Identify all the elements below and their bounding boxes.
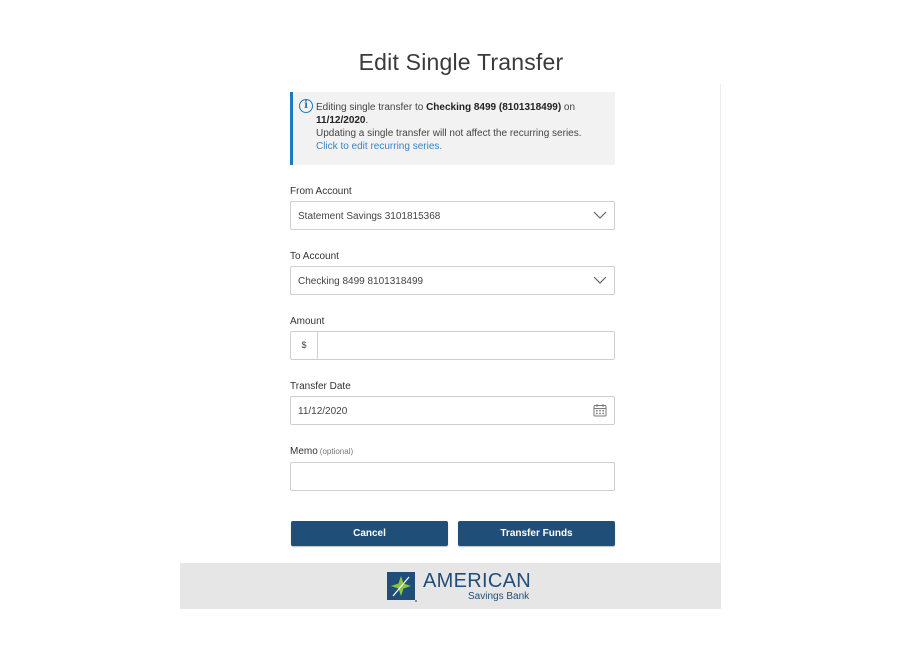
notice-text-on: on [561,102,576,113]
memo-label-text: Memo [290,446,318,457]
calendar-icon[interactable] [593,403,607,417]
info-icon: i [299,99,313,113]
to-account-value: Checking 8499 8101318499 [298,276,424,287]
from-account-label: From Account [290,186,352,197]
currency-prefix: $ [291,332,318,359]
transfer-funds-button[interactable]: Transfer Funds [458,521,615,546]
bank-logo-icon [387,572,417,602]
amount-field: $ [290,331,615,360]
memo-input[interactable] [291,463,614,490]
notice-line2: Updating a single transfer will not affe… [316,128,582,139]
memo-field [290,462,615,491]
page-title: Edit Single Transfer [358,49,564,75]
footer: AMERICAN Savings Bank [180,563,721,609]
cancel-button[interactable]: Cancel [291,521,448,546]
notice-period: . [365,115,369,126]
chevron-down-icon [593,276,607,284]
brand-name: AMERICAN [423,570,531,592]
transfer-date-field[interactable]: 11/12/2020 [290,396,615,425]
amount-label: Amount [290,316,325,327]
amount-input[interactable] [319,332,614,359]
memo-optional-hint: (optional) [319,447,354,456]
info-notice: i Editing single transfer to Checking 84… [290,92,615,165]
brand-subtitle: Savings Bank [468,591,530,602]
to-account-select[interactable]: Checking 8499 8101318499 [290,266,615,295]
notice-text-prefix: Editing single transfer to [316,102,427,113]
notice-account: Checking 8499 (8101318499) [426,102,562,113]
chevron-down-icon [593,211,607,219]
from-account-value: Statement Savings 3101815368 [298,211,441,222]
memo-label: Memo (optional) [290,446,353,457]
transfer-date-label: Transfer Date [290,381,351,392]
edit-recurring-series-link[interactable]: Click to edit recurring series. [316,141,442,152]
notice-date: 11/12/2020 [316,115,366,126]
to-account-label: To Account [290,251,339,262]
from-account-select[interactable]: Statement Savings 3101815368 [290,201,615,230]
transfer-date-value: 11/12/2020 [298,406,348,417]
content-divider [720,84,721,564]
